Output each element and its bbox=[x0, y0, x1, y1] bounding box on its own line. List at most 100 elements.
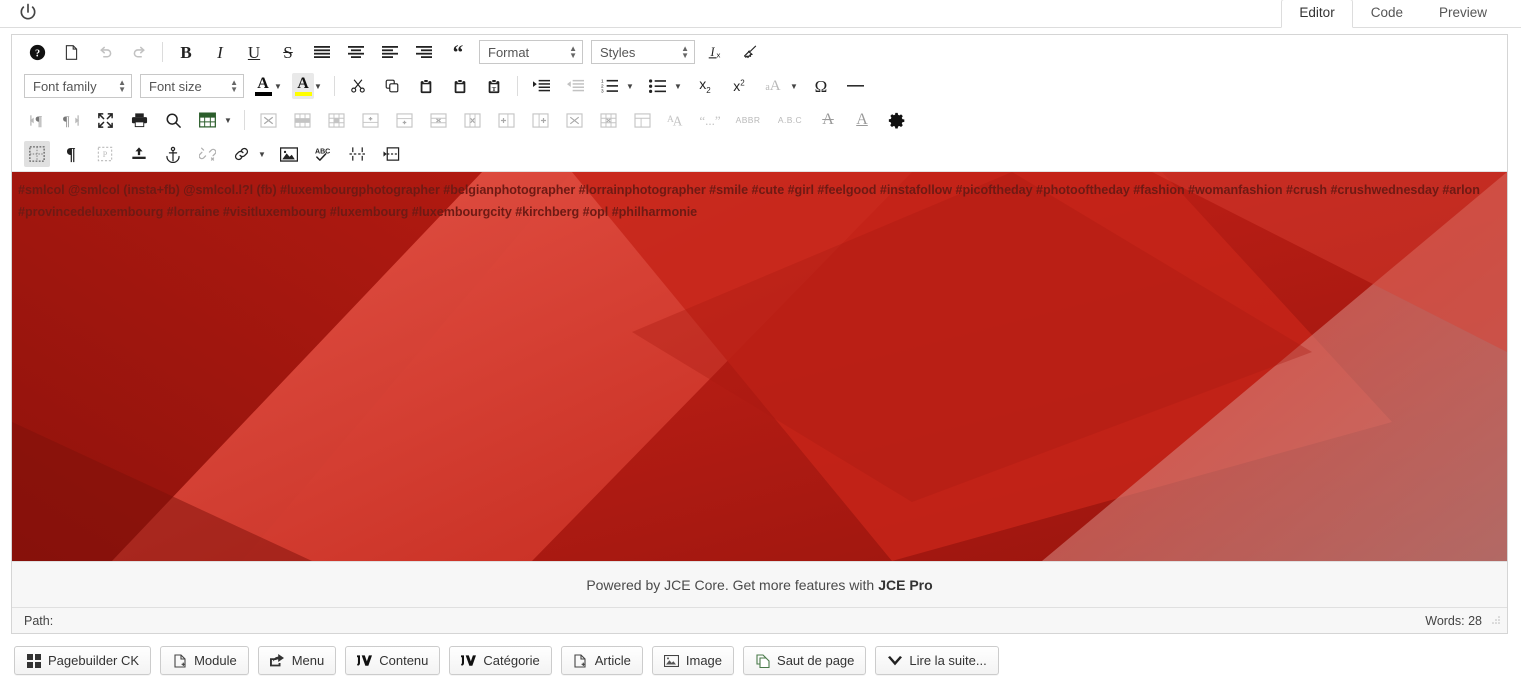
forecolor-button[interactable]: A bbox=[252, 73, 274, 99]
show-blocks-button[interactable]: ¶ bbox=[58, 141, 84, 167]
align-center-button[interactable] bbox=[343, 39, 369, 65]
printer-button[interactable] bbox=[126, 107, 152, 133]
tab-code[interactable]: Code bbox=[1353, 0, 1421, 28]
backcolor-dropdown-arrow[interactable]: ▼ bbox=[312, 73, 324, 99]
lire-la-suite-button[interactable]: Lire la suite... bbox=[875, 646, 999, 675]
change-case-button[interactable]: aA bbox=[760, 73, 786, 99]
jce-pro-link[interactable]: JCE Pro bbox=[878, 577, 932, 593]
font-size-aa-button[interactable]: AA bbox=[663, 107, 689, 133]
table-insert-row-after-button[interactable] bbox=[391, 107, 417, 133]
search-button[interactable] bbox=[160, 107, 186, 133]
upload-button[interactable] bbox=[126, 141, 152, 167]
inline-quote-button[interactable]: “...” bbox=[697, 107, 723, 133]
table-delete-row-button[interactable] bbox=[425, 107, 451, 133]
underline-button[interactable]: U bbox=[241, 39, 267, 65]
backcolor-button[interactable]: A bbox=[292, 73, 314, 99]
table-row-props-button[interactable] bbox=[289, 107, 315, 133]
link-button[interactable] bbox=[228, 141, 254, 167]
subscript-button[interactable]: x2 bbox=[692, 73, 718, 99]
link-dropdown-arrow[interactable]: ▼ bbox=[256, 141, 268, 167]
table-split-cells-button[interactable] bbox=[561, 107, 587, 133]
bullet-list-dropdown-arrow[interactable]: ▼ bbox=[672, 73, 684, 99]
table-insert-col-after-button[interactable] bbox=[527, 107, 553, 133]
jv-icon bbox=[461, 653, 477, 668]
jce-editor: ? B I U S “ Format ▲ ▼ Styles ▲ ▼ I x Fo… bbox=[11, 34, 1508, 634]
insert-text-button[interactable]: A bbox=[849, 107, 875, 133]
table-cell-props-button[interactable] bbox=[323, 107, 349, 133]
module-button[interactable]: Module bbox=[160, 646, 249, 675]
categorie-button[interactable]: Catégorie bbox=[449, 646, 552, 675]
article-label: Article bbox=[594, 653, 631, 668]
cleanup-button[interactable] bbox=[737, 39, 763, 65]
bold-button[interactable]: B bbox=[173, 39, 199, 65]
saut-de-page-button[interactable]: Saut de page bbox=[743, 646, 867, 675]
insert-table-button[interactable] bbox=[194, 107, 220, 133]
fullscreen-button[interactable] bbox=[92, 107, 118, 133]
italic-button[interactable]: I bbox=[207, 39, 233, 65]
forecolor-dropdown-arrow[interactable]: ▼ bbox=[272, 73, 284, 99]
numbered-list-dropdown-arrow[interactable]: ▼ bbox=[624, 73, 636, 99]
pagebuilder-ck-button[interactable]: Pagebuilder CK bbox=[14, 646, 152, 675]
editor-content-area[interactable]: #smlcol @smlcol (insta+fb) @smlcol.l?l (… bbox=[12, 171, 1507, 561]
strikethrough-button[interactable]: S bbox=[275, 39, 301, 65]
font-size-select[interactable]: Font size ▲ ▼ bbox=[140, 74, 244, 98]
image-insert-button[interactable]: Image bbox=[651, 646, 735, 675]
visual-characters-button[interactable]: P bbox=[92, 141, 118, 167]
tab-editor[interactable]: Editor bbox=[1281, 0, 1353, 28]
table-insert-row-before-button[interactable] bbox=[357, 107, 383, 133]
anchor-button[interactable] bbox=[160, 141, 186, 167]
redo-button[interactable] bbox=[126, 39, 152, 65]
abbreviation-button[interactable]: ABBR bbox=[731, 107, 765, 133]
font-family-select[interactable]: Font family ▲ ▼ bbox=[24, 74, 132, 98]
new-document-button[interactable] bbox=[58, 39, 84, 65]
contenu-button[interactable]: Contenu bbox=[345, 646, 441, 675]
copy-button[interactable] bbox=[379, 73, 405, 99]
paste-button[interactable] bbox=[413, 73, 439, 99]
align-right-button[interactable] bbox=[411, 39, 437, 65]
cut-button[interactable] bbox=[345, 73, 371, 99]
paste-plain-button[interactable] bbox=[447, 73, 473, 99]
acronym-button[interactable]: A.B.C bbox=[773, 107, 807, 133]
article-button[interactable]: Article bbox=[560, 646, 643, 675]
read-more-button[interactable] bbox=[378, 141, 404, 167]
help-button[interactable]: ? bbox=[24, 39, 50, 65]
table-dropdown-arrow[interactable]: ▼ bbox=[222, 107, 234, 133]
undo-button[interactable] bbox=[92, 39, 118, 65]
format-select[interactable]: Format ▲ ▼ bbox=[479, 40, 583, 64]
table-merge-cells-button[interactable] bbox=[595, 107, 621, 133]
change-case-dropdown-arrow[interactable]: ▼ bbox=[788, 73, 800, 99]
blockquote-button[interactable]: “ bbox=[445, 39, 471, 65]
remove-format-button[interactable]: Ix bbox=[703, 39, 729, 65]
editor-settings-button[interactable] bbox=[883, 107, 909, 133]
tab-preview[interactable]: Preview bbox=[1421, 0, 1505, 28]
resize-grip-icon[interactable] bbox=[1490, 615, 1501, 626]
styles-select[interactable]: Styles ▲ ▼ bbox=[591, 40, 695, 64]
direction-rtl-button[interactable]: ¶ bbox=[58, 107, 84, 133]
menu-label: Menu bbox=[291, 653, 325, 668]
image-button[interactable] bbox=[276, 141, 302, 167]
unlink-button[interactable] bbox=[194, 141, 220, 167]
outdent-button[interactable] bbox=[562, 73, 588, 99]
delete-table-button[interactable] bbox=[255, 107, 281, 133]
menu-button[interactable]: Menu bbox=[257, 646, 337, 675]
special-character-button[interactable]: Ω bbox=[808, 73, 834, 99]
table-properties-button[interactable] bbox=[629, 107, 655, 133]
editor-body-text[interactable]: #smlcol @smlcol (insta+fb) @smlcol.l?l (… bbox=[12, 172, 1507, 223]
numbered-list-button[interactable]: 123 bbox=[596, 73, 622, 99]
power-icon[interactable] bbox=[18, 2, 38, 22]
paste-text-button[interactable]: T bbox=[481, 73, 507, 99]
align-left-button[interactable] bbox=[377, 39, 403, 65]
delete-text-button[interactable]: A bbox=[815, 107, 841, 133]
svg-text:x: x bbox=[716, 50, 720, 59]
spellcheck-button[interactable]: ABC bbox=[310, 141, 336, 167]
table-delete-col-button[interactable] bbox=[459, 107, 485, 133]
direction-ltr-button[interactable]: ¶ bbox=[24, 107, 50, 133]
table-insert-col-before-button[interactable] bbox=[493, 107, 519, 133]
align-justify-button[interactable] bbox=[309, 39, 335, 65]
visual-aid-button[interactable] bbox=[24, 141, 50, 167]
horizontal-rule-button[interactable] bbox=[842, 73, 868, 99]
superscript-button[interactable]: x2 bbox=[726, 73, 752, 99]
bullet-list-button[interactable] bbox=[644, 73, 670, 99]
indent-button[interactable] bbox=[528, 73, 554, 99]
page-break-button[interactable] bbox=[344, 141, 370, 167]
